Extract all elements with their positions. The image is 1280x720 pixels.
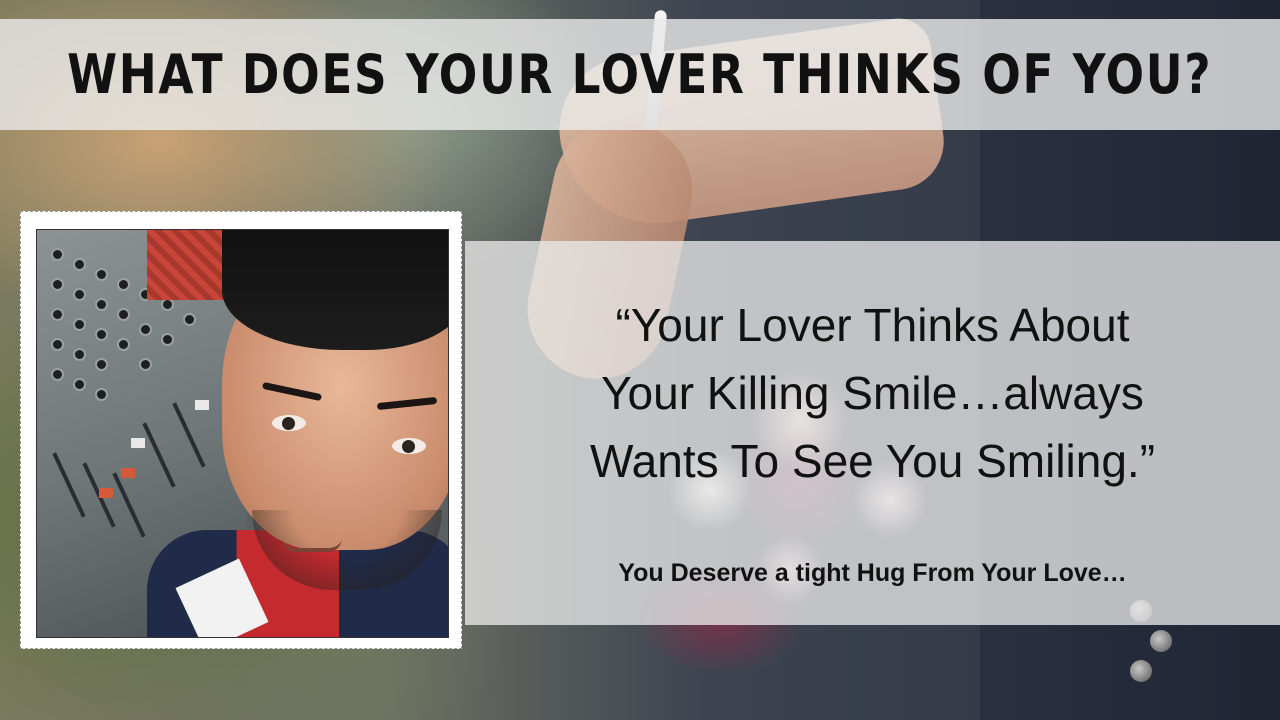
quote-text: “Your Lover Thinks About Your Killing Sm… bbox=[490, 291, 1255, 495]
hair bbox=[222, 230, 448, 350]
quote-subtitle: You Deserve a tight Hug From Your Love… bbox=[618, 559, 1127, 587]
mouth bbox=[282, 538, 342, 552]
quote-panel: “Your Lover Thinks About Your Killing Sm… bbox=[465, 241, 1280, 625]
quote-line-3: Wants To See You Smiling.” bbox=[589, 435, 1156, 487]
page-title: WHAT DOES YOUR LOVER THINKS OF YOU? bbox=[67, 43, 1213, 106]
title-banner: WHAT DOES YOUR LOVER THINKS OF YOU? bbox=[0, 19, 1280, 130]
left-eye bbox=[272, 415, 306, 431]
quote-line-1: “Your Lover Thinks About bbox=[615, 299, 1130, 351]
quote-line-2: Your Killing Smile…always bbox=[601, 367, 1144, 419]
profile-photo bbox=[36, 229, 449, 638]
right-eye bbox=[392, 438, 426, 454]
profile-photo-frame bbox=[20, 211, 462, 649]
